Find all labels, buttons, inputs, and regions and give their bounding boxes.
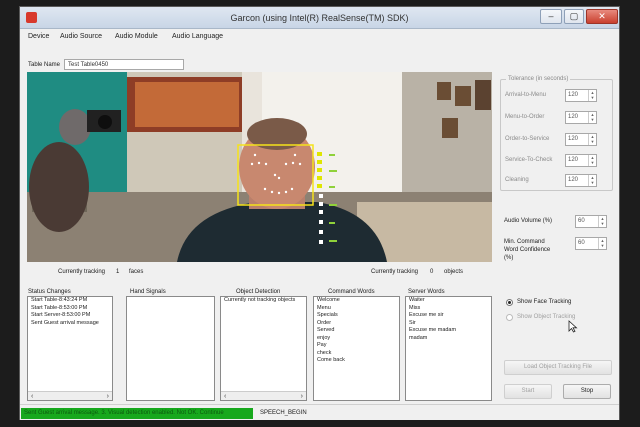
list-item[interactable]: Served [314, 327, 399, 335]
list-item[interactable]: Welcome [314, 297, 399, 305]
stepper-arrows-icon[interactable]: ▲ ▼ [588, 175, 596, 186]
list-item[interactable]: Menu [314, 305, 399, 313]
close-button[interactable]: ✕ [586, 9, 618, 24]
audio-volume-label: Audio Volume (%) [504, 218, 553, 224]
minimize-button[interactable]: – [540, 9, 562, 24]
list-item[interactable]: Start Server-8:53:00 PM [28, 312, 112, 320]
server-words-label: Server Words [408, 289, 445, 295]
list-item[interactable]: Excuse me madam [406, 327, 491, 335]
object-tracking-label: Show Object Tracking [517, 314, 576, 320]
camera-image [27, 72, 492, 262]
list-item[interactable]: Sir [406, 320, 491, 328]
cleaning-stepper[interactable]: 120 ▲ ▼ [565, 174, 597, 187]
faces-tracking-label: Currently tracking [58, 269, 106, 275]
confidence-label-line3: (%) [504, 255, 514, 261]
title-bar: Garcon (using Intel(R) RealSense(TM) SDK… [20, 7, 619, 29]
scroll-right-icon[interactable]: › [107, 392, 109, 400]
table-name-label: Table Name [28, 62, 61, 68]
stop-button[interactable]: Stop [563, 384, 611, 399]
menu-audio-source[interactable]: Audio Source [60, 33, 102, 40]
status-changes-label: Status Changes [28, 289, 71, 295]
list-item[interactable]: Pay [314, 342, 399, 350]
status-changes-list[interactable]: Start Table-8:43:24 PM Start Table-8:53:… [27, 296, 113, 401]
hand-signals-list[interactable] [126, 296, 215, 401]
list-item[interactable]: Start Table-8:53:00 PM [28, 305, 112, 313]
menu-device[interactable]: Device [28, 33, 49, 40]
server-words-list[interactable]: Waiter Miss Excuse me sir Sir Excuse me … [405, 296, 492, 401]
list-item[interactable]: Come back [314, 357, 399, 365]
list-item[interactable]: check [314, 350, 399, 358]
stepper-arrows-icon[interactable]: ▲ ▼ [598, 216, 606, 227]
menu-to-order-stepper[interactable]: 120 ▲ ▼ [565, 111, 597, 124]
stepper-arrows-icon[interactable]: ▲ ▼ [588, 134, 596, 145]
list-item[interactable]: madam [406, 335, 491, 343]
object-detection-scrollbar[interactable]: ‹ › [221, 391, 306, 400]
list-item[interactable]: enjoy [314, 335, 399, 343]
menu-bar: Device Audio Source Audio Module Audio L… [20, 30, 619, 44]
arrival-to-menu-label: Arrival-to-Menu [505, 92, 547, 98]
objects-tracking-label: Currently tracking [371, 269, 419, 275]
face-tracking-label: Show Face Tracking [517, 299, 572, 305]
order-to-service-stepper[interactable]: 120 ▲ ▼ [565, 133, 597, 146]
list-item[interactable]: Specials [314, 312, 399, 320]
load-object-tracking-button[interactable]: Load Object Tracking File [504, 360, 612, 375]
mouse-cursor-icon [568, 320, 578, 333]
menu-audio-language[interactable]: Audio Language [172, 33, 223, 40]
command-words-label: Command Words [328, 289, 375, 295]
list-item[interactable]: Order [314, 320, 399, 328]
list-item[interactable]: Start Table-8:43:24 PM [28, 297, 112, 305]
faces-tracking-unit: faces [129, 269, 144, 275]
object-tracking-radio[interactable] [506, 314, 513, 321]
speech-state: SPEECH_BEGIN [260, 410, 307, 416]
service-to-check-stepper[interactable]: 120 ▲ ▼ [565, 154, 597, 167]
hand-signals-label: Hand Signals [130, 289, 166, 295]
tolerance-group: Tolerance (in seconds) Arrival-to-Menu 1… [500, 76, 613, 191]
list-item[interactable]: Miss [406, 305, 491, 313]
list-item[interactable]: Currently not tracking objects [221, 297, 306, 305]
service-to-check-label: Service-To-Check [505, 157, 553, 163]
status-message: Sent Guest arrival message. 3. Visual de… [21, 408, 253, 419]
objects-tracking-count: 0 [430, 269, 434, 275]
order-to-service-label: Order-to-Service [505, 136, 550, 142]
start-button[interactable]: Start [504, 384, 552, 399]
confidence-label-line1: Min. Command [504, 239, 545, 245]
stepper-arrows-icon[interactable]: ▲ ▼ [588, 112, 596, 123]
list-item[interactable]: Sent Guest arrival message [28, 320, 112, 328]
status-changes-scrollbar[interactable]: ‹ › [28, 391, 112, 400]
audio-volume-stepper[interactable]: 60 ▲ ▼ [575, 215, 607, 228]
stepper-arrows-icon[interactable]: ▲ ▼ [588, 155, 596, 166]
scroll-left-icon[interactable]: ‹ [224, 392, 226, 400]
cleaning-label: Cleaning [505, 177, 529, 183]
command-words-list[interactable]: Welcome Menu Specials Order Served enjoy… [313, 296, 400, 401]
object-detection-label: Object Detection [236, 289, 281, 295]
status-bar: Sent Guest arrival message. 3. Visual de… [20, 404, 619, 420]
stepper-arrows-icon[interactable]: ▲ ▼ [588, 90, 596, 101]
app-window: Garcon (using Intel(R) RealSense(TM) SDK… [19, 6, 620, 420]
maximize-button[interactable]: ▢ [564, 9, 584, 24]
faces-tracking-count: 1 [116, 269, 120, 275]
arrival-to-menu-stepper[interactable]: 120 ▲ ▼ [565, 89, 597, 102]
face-tracking-radio[interactable] [506, 299, 513, 306]
confidence-stepper[interactable]: 60 ▲ ▼ [575, 237, 607, 250]
scroll-left-icon[interactable]: ‹ [31, 392, 33, 400]
list-item[interactable]: Excuse me sir [406, 312, 491, 320]
tolerance-legend: Tolerance (in seconds) [506, 76, 571, 82]
object-detection-list[interactable]: Currently not tracking objects ‹ › [220, 296, 307, 401]
camera-feed [27, 72, 492, 262]
menu-to-order-label: Menu-to-Order [505, 114, 545, 120]
list-item[interactable]: Waiter [406, 297, 491, 305]
table-name-field[interactable]: Test Table0450 [64, 59, 184, 70]
menu-audio-module[interactable]: Audio Module [115, 33, 158, 40]
objects-tracking-unit: objects [444, 269, 464, 275]
stepper-arrows-icon[interactable]: ▲ ▼ [598, 238, 606, 249]
scroll-right-icon[interactable]: › [301, 392, 303, 400]
confidence-label-line2: Word Confidence [504, 247, 551, 253]
window-title: Garcon (using Intel(R) RealSense(TM) SDK… [230, 13, 409, 23]
